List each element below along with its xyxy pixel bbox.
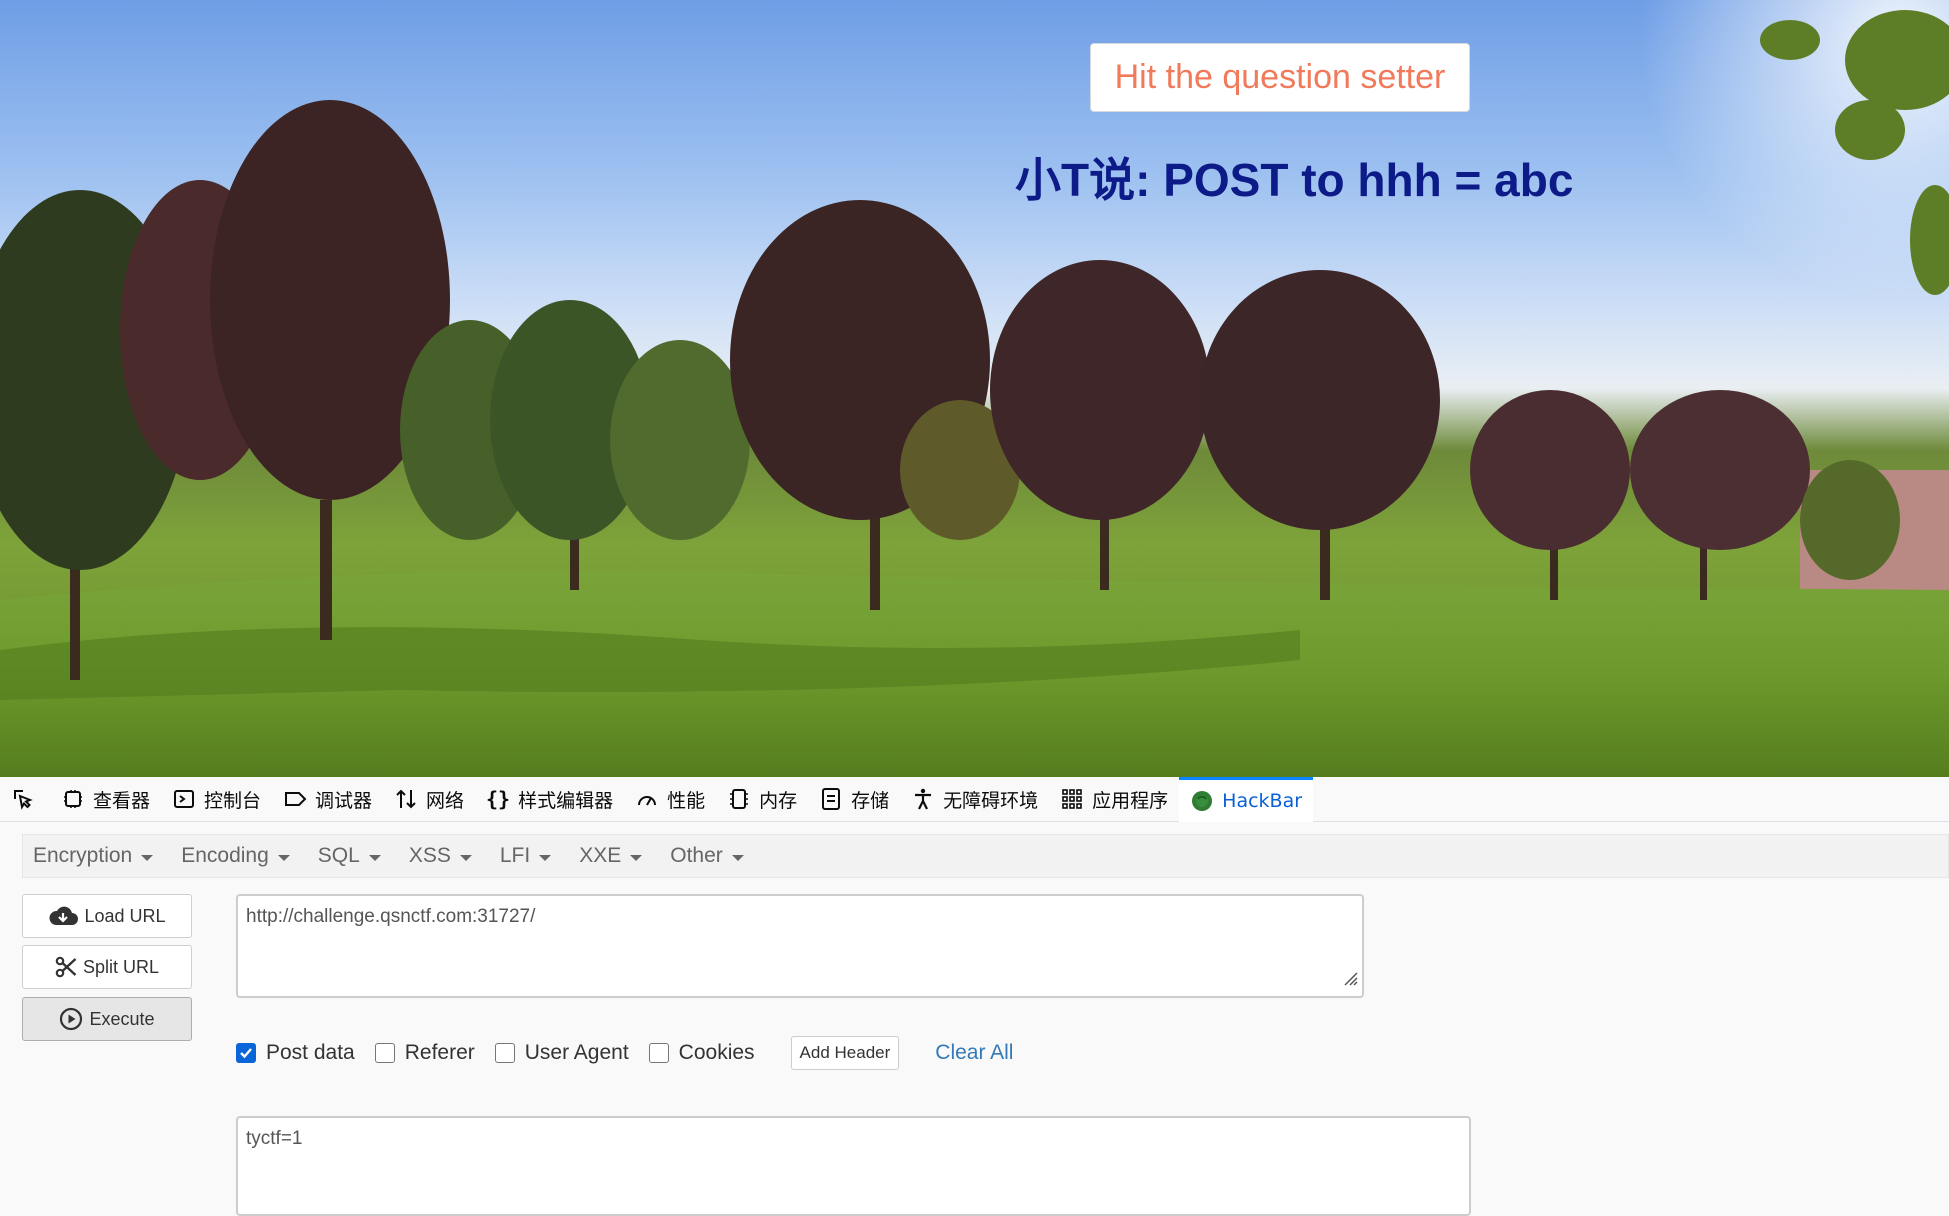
chevron-down-icon bbox=[630, 854, 643, 861]
tab-label: 应用程序 bbox=[1092, 789, 1169, 812]
chevron-down-icon bbox=[539, 854, 552, 861]
tab-debugger[interactable]: 调试器 bbox=[272, 777, 383, 822]
tab-storage[interactable]: 存储 bbox=[808, 777, 900, 822]
post-data-checkbox[interactable]: Post data bbox=[236, 1041, 355, 1065]
menu-sql[interactable]: SQL bbox=[308, 844, 393, 868]
cookies-label: Cookies bbox=[678, 1041, 755, 1064]
user-agent-checkbox[interactable]: User Agent bbox=[494, 1041, 629, 1065]
checkbox-unchecked-icon[interactable] bbox=[494, 1043, 515, 1063]
console-icon bbox=[172, 787, 196, 811]
execute-button[interactable]: Execute bbox=[22, 997, 192, 1041]
menu-xxe[interactable]: XXE bbox=[569, 844, 654, 868]
element-picker-icon bbox=[10, 787, 34, 811]
execute-label: Execute bbox=[89, 1008, 155, 1029]
style-editor-icon: {} bbox=[486, 787, 511, 811]
request-options: Post data Referer User Agent Cookies Add… bbox=[236, 1036, 1013, 1070]
accessibility-icon bbox=[911, 787, 935, 811]
split-url-button[interactable]: Split URL bbox=[22, 945, 192, 989]
menu-label: Encryption bbox=[33, 844, 133, 867]
tab-label: 内存 bbox=[759, 789, 798, 812]
tab-performance[interactable]: 性能 bbox=[624, 777, 716, 822]
split-url-label: Split URL bbox=[82, 956, 160, 977]
menu-other[interactable]: Other bbox=[660, 844, 756, 868]
menu-xss[interactable]: XSS bbox=[399, 844, 484, 868]
chevron-down-icon bbox=[277, 854, 290, 861]
menu-label: XSS bbox=[408, 844, 451, 867]
tab-label: HackBar bbox=[1222, 789, 1303, 812]
hackbar-menu-bar: Encryption Encoding SQL XSS LFI XXE Othe… bbox=[22, 834, 1949, 878]
post-body-text: tyctf=1 bbox=[246, 1128, 303, 1149]
checkbox-checked-icon[interactable] bbox=[236, 1043, 256, 1063]
performance-icon bbox=[635, 787, 659, 811]
play-circle-icon bbox=[59, 1007, 83, 1031]
menu-encryption[interactable]: Encryption bbox=[23, 844, 165, 868]
user-agent-label: User Agent bbox=[524, 1041, 629, 1064]
resize-grip-icon[interactable] bbox=[1339, 967, 1359, 993]
tab-hackbar[interactable]: HackBar bbox=[1179, 776, 1314, 822]
tab-label: 网络 bbox=[426, 789, 465, 812]
url-textarea[interactable]: http://challenge.qsnctf.com:31727/ bbox=[236, 894, 1364, 998]
chevron-down-icon bbox=[141, 854, 154, 861]
element-picker-button[interactable] bbox=[0, 777, 50, 822]
tab-memory[interactable]: 内存 bbox=[716, 777, 808, 822]
tab-console[interactable]: 控制台 bbox=[161, 777, 272, 822]
tab-label: 存储 bbox=[851, 789, 890, 812]
menu-label: Encoding bbox=[181, 844, 269, 867]
storage-icon bbox=[819, 787, 843, 811]
add-header-button[interactable]: Add Header bbox=[790, 1036, 900, 1070]
scissors-icon bbox=[55, 956, 77, 978]
cookies-checkbox[interactable]: Cookies bbox=[648, 1041, 755, 1065]
devtools-toolbar: 查看器 控制台 调试器 网络 {} 样式编辑器 性能 内存 存储 无障碍环境 应… bbox=[0, 776, 1949, 822]
tab-network[interactable]: 网络 bbox=[383, 777, 475, 822]
tab-label: 查看器 bbox=[93, 789, 151, 812]
tab-style-editor[interactable]: {} 样式编辑器 bbox=[475, 777, 624, 822]
tab-label: 样式编辑器 bbox=[518, 789, 614, 812]
tab-label: 性能 bbox=[667, 789, 706, 812]
tab-application[interactable]: 应用程序 bbox=[1049, 777, 1179, 822]
cloud-download-icon bbox=[48, 905, 79, 927]
url-text: http://challenge.qsnctf.com:31727/ bbox=[246, 906, 536, 927]
menu-label: SQL bbox=[317, 844, 360, 867]
menu-label: XXE bbox=[579, 844, 622, 867]
hit-question-setter-button[interactable]: Hit the question setter bbox=[1090, 43, 1470, 112]
menu-label: LFI bbox=[499, 844, 531, 867]
tab-label: 调试器 bbox=[315, 789, 373, 812]
webpage-viewport: Hit the question setter 小T说: POST to hhh… bbox=[0, 0, 1949, 777]
tab-label: 控制台 bbox=[204, 789, 262, 812]
menu-label: Other bbox=[670, 844, 723, 867]
checkbox-unchecked-icon[interactable] bbox=[648, 1043, 669, 1063]
network-icon bbox=[394, 787, 418, 811]
inspector-icon bbox=[61, 787, 85, 811]
load-url-button[interactable]: Load URL bbox=[22, 894, 192, 938]
load-url-label: Load URL bbox=[84, 905, 166, 926]
checkbox-unchecked-icon[interactable] bbox=[374, 1043, 395, 1063]
referer-label: Referer bbox=[404, 1041, 475, 1064]
tab-accessibility[interactable]: 无障碍环境 bbox=[900, 777, 1049, 822]
tab-label: 无障碍环境 bbox=[943, 789, 1039, 812]
hint-heading: 小T说: POST to hhh = abc bbox=[1015, 154, 1574, 206]
chevron-down-icon bbox=[368, 854, 381, 861]
hackbar-icon bbox=[1190, 789, 1214, 813]
chevron-down-icon bbox=[731, 854, 744, 861]
park-background-image bbox=[0, 0, 1949, 777]
tab-inspector[interactable]: 查看器 bbox=[50, 777, 161, 822]
clear-all-link[interactable]: Clear All bbox=[935, 1041, 1013, 1065]
referer-checkbox[interactable]: Referer bbox=[374, 1041, 475, 1065]
menu-lfi[interactable]: LFI bbox=[490, 844, 563, 868]
memory-icon bbox=[727, 787, 751, 811]
menu-encoding[interactable]: Encoding bbox=[171, 844, 302, 868]
post-data-textarea[interactable]: tyctf=1 bbox=[236, 1116, 1471, 1216]
post-data-label: Post data bbox=[266, 1041, 355, 1064]
chevron-down-icon bbox=[459, 854, 472, 861]
debugger-icon bbox=[283, 787, 307, 811]
application-icon bbox=[1060, 787, 1084, 811]
